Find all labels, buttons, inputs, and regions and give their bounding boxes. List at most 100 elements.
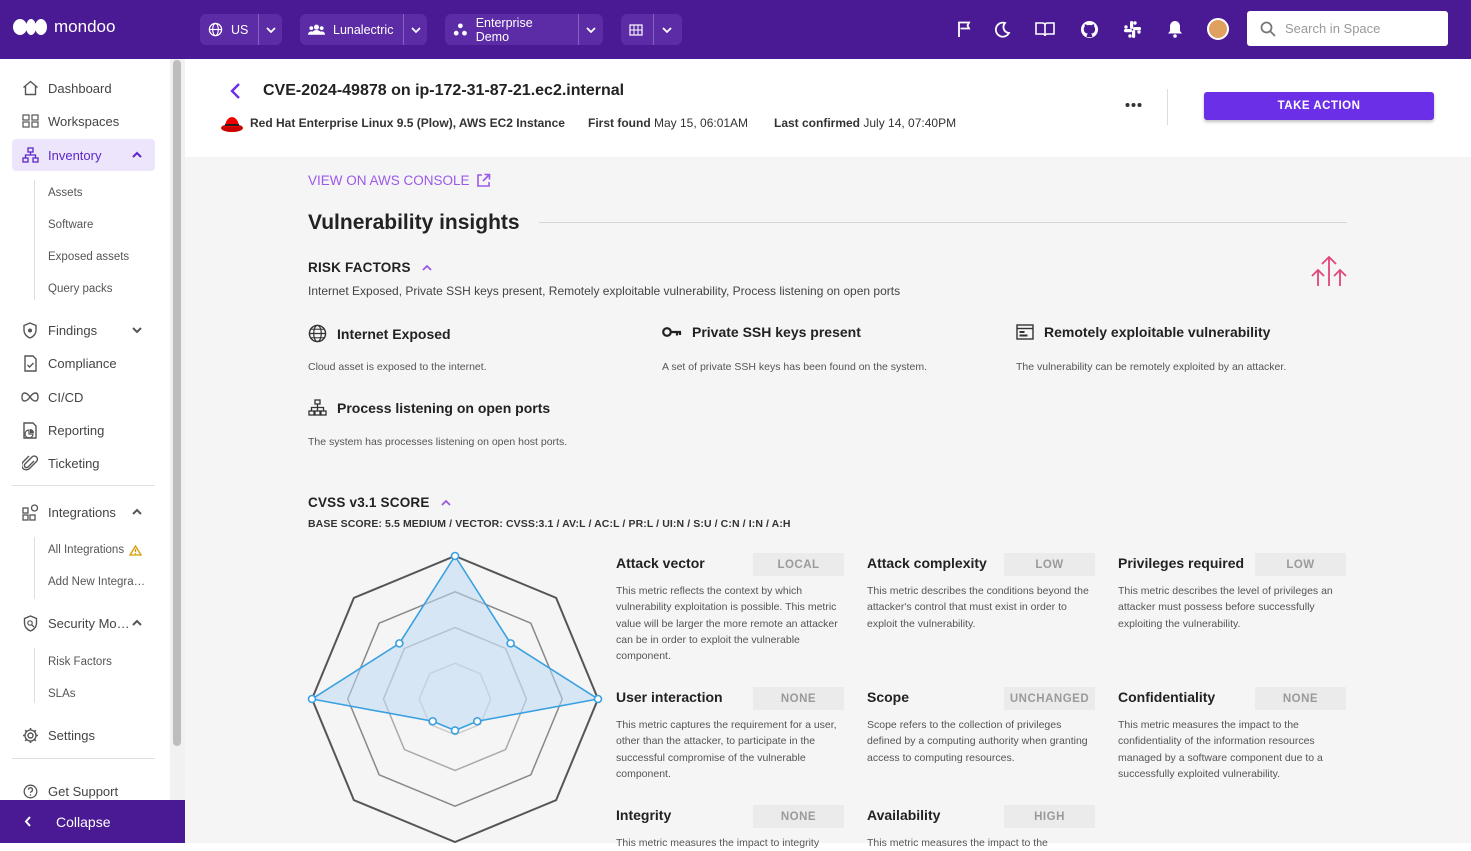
- external-link-icon: [476, 173, 490, 187]
- redhat-icon: [220, 115, 244, 133]
- org-dropdown[interactable]: [403, 14, 427, 45]
- metric-name-scope: Scope: [867, 689, 910, 705]
- sidebar-item-dashboard[interactable]: Dashboard: [12, 72, 155, 104]
- radar-point-attack-complexity[interactable]: [506, 639, 515, 648]
- space-selector[interactable]: Enterprise Demo: [445, 14, 603, 45]
- network-tree-icon: [308, 399, 327, 416]
- radar-point-user-interaction[interactable]: [472, 716, 482, 726]
- radar-point-scope[interactable]: [450, 726, 460, 735]
- user-avatar[interactable]: [1207, 18, 1229, 40]
- first-found-value: May 15, 06:01AM: [654, 116, 749, 130]
- help-circle-icon: [23, 784, 37, 798]
- metric-desc-privileges-required: This metric describes the level of privi…: [1118, 585, 1333, 630]
- key-icon: [662, 327, 682, 337]
- region-dropdown[interactable]: [258, 14, 282, 45]
- sidebar-subitem-exposed-assets[interactable]: Exposed assets: [48, 251, 129, 263]
- sidebar-item-findings[interactable]: Findings: [12, 314, 155, 346]
- metric-value-scope: UNCHANGED: [1004, 687, 1095, 710]
- more-options-button[interactable]: [1125, 100, 1142, 110]
- sidebar-item-workspaces[interactable]: Workspaces: [12, 105, 155, 137]
- chevron-up-icon: [440, 499, 451, 506]
- org-selector[interactable]: Lunalectric: [300, 14, 427, 45]
- search-icon: [1260, 21, 1276, 37]
- sidebar-item-ticketing[interactable]: Ticketing: [12, 447, 155, 479]
- metric-name-attack-vector: Attack vector: [616, 555, 705, 571]
- asset-dropdown[interactable]: [653, 14, 679, 45]
- flag-icon[interactable]: [954, 18, 976, 40]
- platform-label: Red Hat Enterprise Linux 9.5 (Plow), AWS…: [250, 116, 565, 130]
- risk-factors-title: RISK FACTORS: [308, 260, 411, 275]
- sidebar-subitem-query-packs[interactable]: Query packs: [48, 283, 113, 295]
- more-horizontal-icon: [1125, 103, 1142, 107]
- sidebar-item-reporting[interactable]: Reporting: [12, 414, 155, 446]
- chevron-up-icon: [132, 619, 142, 626]
- metric-name-integrity: Integrity: [616, 807, 672, 823]
- sidebar-scroll-thumb[interactable]: [173, 60, 181, 746]
- search-input[interactable]: Search in Space: [1247, 11, 1448, 46]
- sidebar-label: Inventory: [48, 147, 102, 163]
- radar-point-attack-vector[interactable]: [450, 551, 460, 561]
- mondoo-logo[interactable]: mondoo: [12, 17, 115, 37]
- sidebar-item-settings[interactable]: Settings: [12, 719, 155, 751]
- subnav-line: [34, 180, 35, 300]
- sidebar-label: Findings: [48, 322, 98, 338]
- cvss-header[interactable]: CVSS v3.1 SCORE: [308, 495, 452, 510]
- back-button[interactable]: [227, 82, 245, 100]
- risk-factors-header[interactable]: RISK FACTORS: [308, 260, 433, 275]
- sidebar-subitem-software[interactable]: Software: [48, 219, 93, 231]
- globe-icon: [308, 324, 327, 343]
- subnav-line: [34, 648, 35, 703]
- take-action-button[interactable]: TAKE ACTION: [1204, 92, 1434, 120]
- metric-value-availability: HIGH: [1004, 805, 1095, 828]
- first-found: First found May 15, 06:01AM: [588, 116, 748, 130]
- sidebar-item-security-model[interactable]: Security Mo…: [12, 607, 155, 639]
- radar-point-availability[interactable]: [395, 639, 404, 648]
- metric-name-user-interaction: User interaction: [616, 689, 723, 705]
- sidebar-subitem-slas[interactable]: SLAs: [48, 688, 76, 700]
- space-icon: [453, 23, 467, 36]
- risk-factor-desc: A set of private SSH keys has been found…: [662, 361, 927, 373]
- collapse-label: Collapse: [56, 813, 111, 830]
- metric-value-privileges-required: LOW: [1255, 553, 1346, 576]
- collapse-sidebar-button[interactable]: Collapse: [0, 800, 185, 843]
- radar-point-confidentiality[interactable]: [428, 716, 438, 726]
- bell-icon[interactable]: [1164, 18, 1186, 40]
- space-dropdown[interactable]: [577, 14, 604, 45]
- moon-icon[interactable]: [991, 18, 1013, 40]
- search-placeholder: Search in Space: [1285, 21, 1381, 36]
- risk-factor-title: Process listening on open ports: [337, 399, 551, 416]
- globe-icon: [208, 22, 223, 37]
- infinity-icon: [21, 392, 39, 402]
- sidebar-item-integrations[interactable]: Integrations: [12, 496, 155, 528]
- risk-factor-title: Internet Exposed: [337, 325, 451, 342]
- region-selector[interactable]: US: [200, 14, 282, 45]
- sidebar-subitem-add-integration[interactable]: Add New Integra…: [48, 576, 145, 588]
- chevron-left-icon: [24, 816, 31, 827]
- github-icon[interactable]: [1078, 18, 1100, 40]
- sidebar-divider: [12, 758, 155, 759]
- risk-factors-summary: Internet Exposed, Private SSH keys prese…: [308, 284, 901, 298]
- paperclip-icon: [21, 454, 38, 471]
- aws-console-link[interactable]: VIEW ON AWS CONSOLE: [308, 173, 491, 188]
- sidebar-item-compliance[interactable]: Compliance: [12, 347, 155, 379]
- users-icon: [308, 24, 325, 35]
- sidebar-item-inventory[interactable]: Inventory: [12, 139, 155, 171]
- shield-icon: [23, 321, 37, 339]
- docs-book-icon[interactable]: [1034, 18, 1056, 40]
- slack-icon[interactable]: [1121, 18, 1143, 40]
- sidebar-label: Get Support: [48, 783, 119, 799]
- sidebar-subitem-risk-factors[interactable]: Risk Factors: [48, 656, 112, 668]
- chevron-up-icon: [132, 508, 142, 515]
- asset-selector[interactable]: [621, 14, 682, 45]
- radar-point-privileges-required[interactable]: [593, 694, 603, 704]
- radar-point-integrity[interactable]: [307, 694, 317, 704]
- sidebar-divider: [12, 485, 155, 486]
- header-divider: [1167, 89, 1168, 125]
- workspaces-icon: [21, 114, 39, 128]
- sidebar-item-cicd[interactable]: CI/CD: [12, 381, 155, 413]
- aws-link-label: VIEW ON AWS CONSOLE: [308, 173, 470, 188]
- sidebar-subitem-assets[interactable]: Assets: [48, 187, 83, 199]
- sidebar-subitem-all-integrations[interactable]: All Integrations: [48, 544, 143, 556]
- risk-factor-title: Private SSH keys present: [692, 324, 861, 340]
- chevron-down-icon: [411, 26, 421, 33]
